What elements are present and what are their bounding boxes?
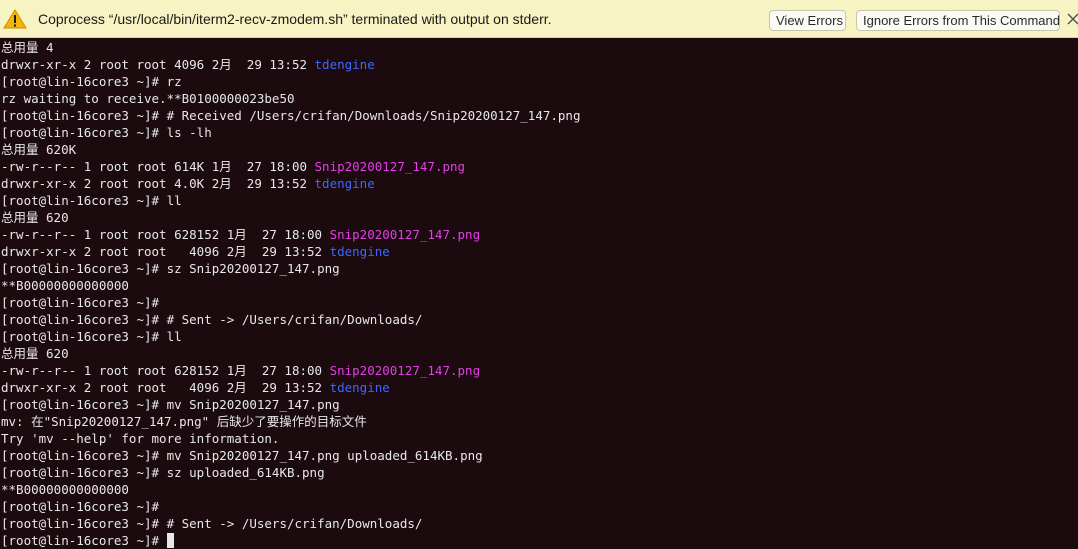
terminal-line: drwxr-xr-x 2 root root 4.0K 2月 29 13:52 … [1, 175, 375, 192]
terminal-line: rz waiting to receive.**B0100000023be50 [1, 90, 295, 107]
terminal-line: **B00000000000000 [1, 277, 129, 294]
terminal-line: [root@lin-16core3 ~]# sz Snip20200127_14… [1, 260, 340, 277]
terminal-line: -rw-r--r-- 1 root root 628152 1月 27 18:0… [1, 226, 480, 243]
file-name: Snip20200127_147.png [314, 159, 466, 174]
terminal-line: [root@lin-16core3 ~]# ll [1, 328, 182, 345]
directory-name: tdengine [314, 57, 375, 72]
terminal-line-text: [root@lin-16core3 ~]# # Sent -> /Users/c… [1, 516, 423, 531]
file-name: Snip20200127_147.png [329, 227, 481, 242]
terminal-line-text: [root@lin-16core3 ~]# ll [1, 329, 182, 344]
terminal-line-text: 总用量 620 [1, 210, 69, 225]
terminal-cursor [166, 533, 174, 548]
terminal-line-text: [root@lin-16core3 ~]# [1, 295, 160, 310]
terminal-line-text: -rw-r--r-- 1 root root 628152 1月 27 18:0… [1, 363, 330, 378]
terminal-line: [root@lin-16core3 ~]# sz uploaded_614KB.… [1, 464, 325, 481]
directory-name: tdengine [329, 244, 390, 259]
terminal-line-text: 总用量 4 [1, 40, 54, 55]
terminal-line: [root@lin-16core3 ~]# rz [1, 73, 182, 90]
directory-name: tdengine [329, 380, 390, 395]
terminal-line-text: [root@lin-16core3 ~]# sz uploaded_614KB.… [1, 465, 325, 480]
terminal-line-text: drwxr-xr-x 2 root root 4096 2月 29 13:52 [1, 57, 315, 72]
terminal-line: drwxr-xr-x 2 root root 4096 2月 29 13:52 … [1, 56, 375, 73]
terminal-line-text: [root@lin-16core3 ~]# sz Snip20200127_14… [1, 261, 340, 276]
terminal-line-text: [root@lin-16core3 ~]# # Received /Users/… [1, 108, 581, 123]
terminal-line: -rw-r--r-- 1 root root 628152 1月 27 18:0… [1, 362, 480, 379]
terminal-line: [root@lin-16core3 ~]# mv Snip20200127_14… [1, 396, 340, 413]
terminal-line: [root@lin-16core3 ~]# # Sent -> /Users/c… [1, 311, 422, 328]
terminal-line: drwxr-xr-x 2 root root 4096 2月 29 13:52 … [1, 243, 390, 260]
terminal-line: [root@lin-16core3 ~]# [1, 532, 174, 549]
terminal-line-text: mv: 在"Snip20200127_147.png" 后缺少了要操作的目标文件 [1, 414, 367, 429]
terminal-line: [root@lin-16core3 ~]# ls -lh [1, 124, 212, 141]
terminal-line-text: rz waiting to receive.**B0100000023be50 [1, 91, 295, 106]
terminal-line: [root@lin-16core3 ~]# [1, 498, 159, 515]
terminal-line-text: Try 'mv --help' for more information. [1, 431, 280, 446]
terminal-line: drwxr-xr-x 2 root root 4096 2月 29 13:52 … [1, 379, 390, 396]
terminal-line: [root@lin-16core3 ~]# # Sent -> /Users/c… [1, 515, 422, 532]
notification-bar: Coprocess “/usr/local/bin/iterm2-recv-zm… [0, 0, 1078, 38]
terminal-line-text: **B00000000000000 [1, 278, 129, 293]
terminal-line-text: drwxr-xr-x 2 root root 4.0K 2月 29 13:52 [1, 176, 315, 191]
terminal-line-text: [root@lin-16core3 ~]# [1, 499, 160, 514]
terminal-line: 总用量 4 [1, 39, 54, 56]
terminal-line-text: drwxr-xr-x 2 root root 4096 2月 29 13:52 [1, 380, 330, 395]
view-errors-button[interactable]: View Errors [769, 10, 846, 31]
terminal-line: **B00000000000000 [1, 481, 129, 498]
warning-icon [3, 9, 27, 29]
terminal-line-text: [root@lin-16core3 ~]# # Sent -> /Users/c… [1, 312, 423, 327]
terminal-line-text: **B00000000000000 [1, 482, 129, 497]
terminal-line-text: 总用量 620 [1, 346, 69, 361]
file-name: Snip20200127_147.png [329, 363, 481, 378]
terminal-line-text: [root@lin-16core3 ~]# mv Snip20200127_14… [1, 397, 340, 412]
terminal-line-text: drwxr-xr-x 2 root root 4096 2月 29 13:52 [1, 244, 330, 259]
terminal-line: [root@lin-16core3 ~]# mv Snip20200127_14… [1, 447, 483, 464]
directory-name: tdengine [314, 176, 375, 191]
terminal-line: 总用量 620 [1, 209, 69, 226]
terminal-line-text: -rw-r--r-- 1 root root 628152 1月 27 18:0… [1, 227, 330, 242]
terminal-line-text: [root@lin-16core3 ~]# rz [1, 74, 182, 89]
terminal-line-text: [root@lin-16core3 ~]# ls -lh [1, 125, 212, 140]
terminal-line: 总用量 620K [1, 141, 76, 158]
terminal-line-text: [root@lin-16core3 ~]# mv Snip20200127_14… [1, 448, 483, 463]
close-icon[interactable] [1066, 12, 1078, 26]
terminal-line: [root@lin-16core3 ~]# ll [1, 192, 182, 209]
terminal-line: -rw-r--r-- 1 root root 614K 1月 27 18:00 … [1, 158, 465, 175]
terminal-line-text: [root@lin-16core3 ~]# [1, 533, 167, 548]
notification-message: Coprocess “/usr/local/bin/iterm2-recv-zm… [38, 11, 552, 27]
terminal-line-text: 总用量 620K [1, 142, 77, 157]
ignore-errors-button[interactable]: Ignore Errors from This Command [856, 10, 1060, 31]
terminal-line-text: -rw-r--r-- 1 root root 614K 1月 27 18:00 [1, 159, 315, 174]
terminal-line-text: [root@lin-16core3 ~]# ll [1, 193, 182, 208]
terminal-line: [root@lin-16core3 ~]# # Received /Users/… [1, 107, 580, 124]
terminal-line: Try 'mv --help' for more information. [1, 430, 279, 447]
terminal-line: [root@lin-16core3 ~]# [1, 294, 159, 311]
terminal-output[interactable]: 总用量 4 drwxr-xr-x 2 root root 4096 2月 29 1… [0, 39, 1078, 548]
terminal-line: 总用量 620 [1, 345, 69, 362]
terminal-line: mv: 在"Snip20200127_147.png" 后缺少了要操作的目标文件 [1, 413, 367, 430]
